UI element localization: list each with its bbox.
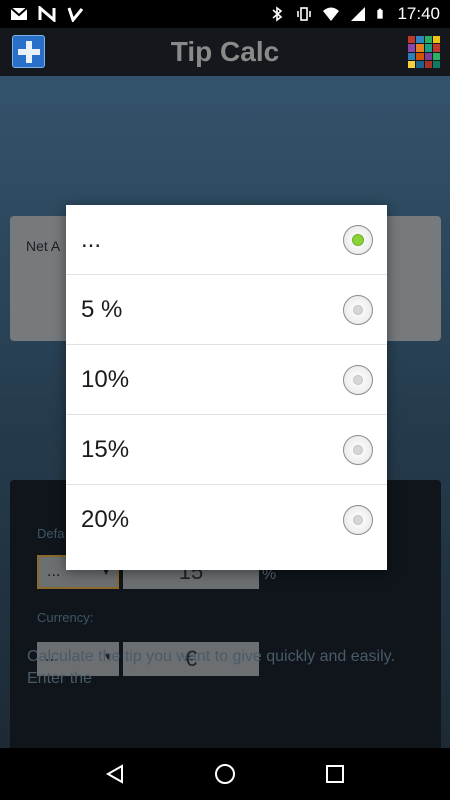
home-button[interactable]: [210, 759, 240, 789]
radio-dot-icon: [353, 444, 363, 455]
signal-icon: [351, 7, 366, 21]
option-ellipsis[interactable]: ...: [66, 205, 387, 275]
navigation-bar: [0, 748, 450, 800]
add-button[interactable]: [12, 35, 45, 68]
tip-percentage-dialog: ... 5 % 10% 15% 20%: [66, 205, 387, 570]
status-bar: 17:40: [0, 0, 450, 28]
option-label: 10%: [81, 365, 130, 393]
grid-cell: [424, 60, 432, 68]
radio-dot-icon: [353, 374, 363, 385]
wifi-icon: [323, 7, 340, 21]
battery-icon: [377, 8, 384, 19]
grid-cell: [416, 44, 424, 52]
grid-cell: [408, 52, 416, 60]
radio-button[interactable]: [343, 294, 373, 325]
default-tip-label: Defa: [37, 526, 65, 541]
back-button[interactable]: [100, 759, 130, 789]
clock: 17:40: [397, 4, 440, 23]
grid-cell: [432, 36, 440, 44]
grid-cell: [408, 36, 416, 44]
radio-button[interactable]: [343, 505, 373, 535]
grid-cell: [432, 60, 440, 68]
grid-cell: [432, 52, 440, 60]
action-bar: Tip Calc: [0, 28, 450, 76]
grid-cell: [432, 44, 440, 52]
option-20-percent[interactable]: 20%: [66, 485, 387, 555]
plus-icon: [17, 40, 40, 63]
option-label: 15%: [81, 435, 130, 463]
radio-button[interactable]: [343, 364, 373, 395]
grid-cell: [424, 36, 432, 44]
recents-square-icon: [326, 765, 344, 783]
radio-dot-icon: [352, 233, 364, 246]
check-notification-icon: [67, 7, 84, 22]
grid-cell: [416, 60, 424, 68]
home-circle-icon: [215, 764, 235, 784]
option-label: ...: [81, 225, 102, 253]
back-triangle-icon: [105, 764, 123, 784]
option-label: 20%: [81, 506, 130, 533]
net-amount-label: Net A: [26, 238, 61, 254]
grid-cell: [416, 52, 424, 60]
currency-label: Currency:: [37, 610, 94, 625]
radio-button-checked[interactable]: [343, 224, 373, 255]
grid-cell: [416, 36, 424, 44]
color-grid-menu-icon[interactable]: [408, 36, 440, 68]
description-text: Calculate the tip you want to give quick…: [27, 648, 395, 687]
gmail-icon: [10, 7, 28, 20]
option-15-percent[interactable]: 15%: [66, 415, 387, 485]
app-title: Tip Calc: [170, 36, 280, 67]
radio-button[interactable]: [343, 434, 373, 465]
grid-cell: [408, 60, 416, 68]
grid-cell: [424, 52, 432, 60]
radio-dot-icon: [353, 304, 363, 315]
recents-button[interactable]: [320, 759, 350, 789]
grid-cell: [408, 44, 416, 52]
grid-cell: [424, 44, 432, 52]
option-5-percent[interactable]: 5 %: [66, 275, 387, 345]
tip-select-value: ...: [47, 563, 61, 580]
option-10-percent[interactable]: 10%: [66, 345, 387, 415]
vibrate-icon: [297, 7, 312, 21]
radio-dot-icon: [353, 515, 363, 525]
bluetooth-icon: [272, 6, 283, 22]
n-notification-icon: [38, 6, 56, 22]
option-label: 5 %: [81, 295, 123, 323]
